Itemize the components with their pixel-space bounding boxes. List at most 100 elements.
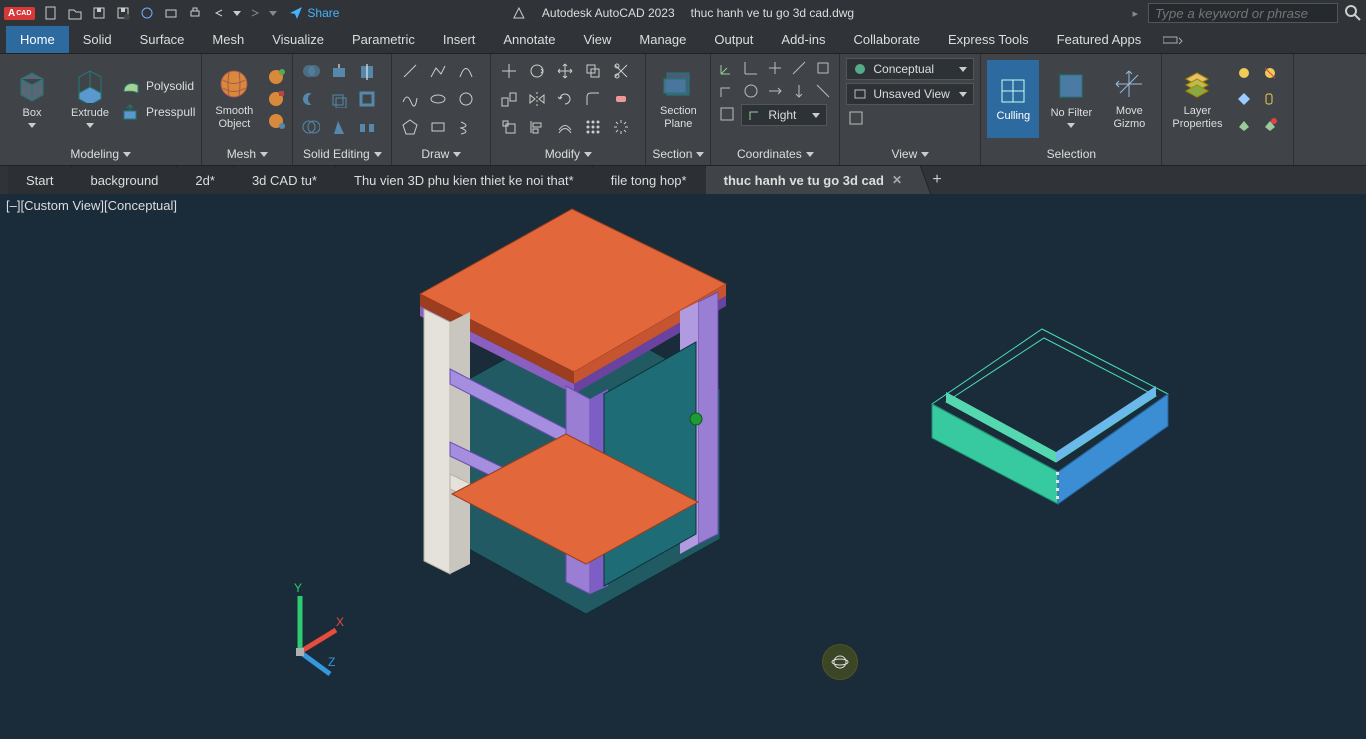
save-icon[interactable]: [89, 3, 109, 23]
explode-icon[interactable]: [609, 115, 633, 139]
line-icon[interactable]: [398, 59, 422, 83]
culling-button[interactable]: Culling: [987, 60, 1039, 138]
no-filter-button[interactable]: No Filter: [1045, 60, 1097, 138]
3dscale-icon[interactable]: [497, 115, 521, 139]
section-plane-button[interactable]: Section Plane: [652, 60, 704, 138]
ribbon-tab-express[interactable]: Express Tools: [934, 26, 1043, 53]
ucs-icon9[interactable]: [789, 81, 809, 101]
panel-mesh-label[interactable]: Mesh: [202, 143, 292, 165]
separate-icon[interactable]: [355, 115, 379, 139]
panel-modeling-label[interactable]: Modeling: [0, 143, 201, 165]
3dmove-icon[interactable]: [497, 59, 521, 83]
layer-icon4[interactable]: [1259, 88, 1281, 110]
saveas-icon[interactable]: [113, 3, 133, 23]
layer-icon2[interactable]: [1259, 62, 1281, 84]
share-button[interactable]: Share: [289, 6, 339, 20]
mesh-tool3-icon[interactable]: [266, 111, 286, 131]
ribbon-tab-featured[interactable]: Featured Apps: [1043, 26, 1156, 53]
shell-icon[interactable]: [355, 87, 379, 111]
ucs-icon4[interactable]: [789, 58, 809, 78]
rectangle-icon[interactable]: [426, 115, 450, 139]
new-icon[interactable]: [41, 3, 61, 23]
open-icon[interactable]: [65, 3, 85, 23]
file-tab-background[interactable]: background: [72, 166, 177, 194]
ribbon-tab-addins[interactable]: Add-ins: [767, 26, 839, 53]
layer-icon1[interactable]: [1233, 62, 1255, 84]
ribbon-tab-manage[interactable]: Manage: [625, 26, 700, 53]
redo-icon[interactable]: [245, 3, 265, 23]
offset-icon[interactable]: [553, 115, 577, 139]
ribbon-tab-visualize[interactable]: Visualize: [258, 26, 338, 53]
mesh-tool1-icon[interactable]: [266, 67, 286, 87]
copy-icon[interactable]: [581, 59, 605, 83]
layer-properties-button[interactable]: Layer Properties: [1168, 60, 1226, 138]
model-drawer[interactable]: [932, 329, 1168, 504]
plot-icon[interactable]: [161, 3, 181, 23]
ribbon-tab-collaborate[interactable]: Collaborate: [839, 26, 934, 53]
file-tab-start[interactable]: Start: [8, 166, 72, 194]
3drotate-icon[interactable]: [525, 59, 549, 83]
polyline-icon[interactable]: [426, 59, 450, 83]
visual-style-dropdown[interactable]: Conceptual: [846, 58, 974, 80]
search-input[interactable]: [1148, 3, 1338, 23]
union-icon[interactable]: [299, 59, 323, 83]
file-tab-2d[interactable]: 2d*: [177, 166, 234, 194]
polygon-icon[interactable]: [398, 115, 422, 139]
ucs-icon1[interactable]: [717, 58, 737, 78]
panel-view-label[interactable]: View: [840, 143, 980, 165]
fillet-icon[interactable]: [581, 87, 605, 111]
trim-icon[interactable]: [609, 59, 633, 83]
ribbon-tab-mesh[interactable]: Mesh: [198, 26, 258, 53]
ucs-icon11[interactable]: [717, 104, 737, 124]
ucs-icon6[interactable]: [717, 81, 737, 101]
arc-icon[interactable]: [454, 59, 478, 83]
panel-solidediting-label[interactable]: Solid Editing: [293, 143, 391, 165]
spline-icon[interactable]: [398, 87, 422, 111]
layer-icon3[interactable]: [1233, 88, 1255, 110]
polysolid-button[interactable]: Polysolid: [122, 74, 195, 98]
viewport[interactable]: [–][Custom View][Conceptual]: [0, 194, 1366, 736]
3dmirror-icon[interactable]: [525, 87, 549, 111]
move-icon[interactable]: [553, 59, 577, 83]
ribbon-tab-parametric[interactable]: Parametric: [338, 26, 429, 53]
extrude-button[interactable]: Extrude: [64, 60, 116, 138]
search-icon[interactable]: [1344, 4, 1362, 22]
layer-icon5[interactable]: [1233, 114, 1255, 136]
ucs-icon3[interactable]: [765, 58, 785, 78]
mesh-tool2-icon[interactable]: [266, 89, 286, 109]
panel-section-label[interactable]: Section: [646, 143, 710, 165]
intersect-icon[interactable]: [299, 115, 323, 139]
web-icon[interactable]: [137, 3, 157, 23]
file-tab-active[interactable]: thuc hanh ve tu go 3d cad✕: [706, 166, 921, 194]
ucs-icon8[interactable]: [765, 81, 785, 101]
panel-coordinates-label[interactable]: Coordinates: [711, 143, 839, 165]
ellipse-icon[interactable]: [426, 87, 450, 111]
layer-icon6[interactable]: [1259, 114, 1281, 136]
ribbon-tab-home[interactable]: Home: [6, 26, 69, 53]
help-arrow-icon[interactable]: ▸: [1132, 7, 1138, 20]
smooth-object-button[interactable]: Smooth Object: [208, 60, 260, 138]
ribbon-tab-solid[interactable]: Solid: [69, 26, 126, 53]
file-tab-thuvien[interactable]: Thu vien 3D phu kien thiet ke noi that*: [336, 166, 593, 194]
panel-draw-label[interactable]: Draw: [392, 143, 490, 165]
redo-dropdown-icon[interactable]: [269, 11, 277, 16]
model-cabinet[interactable]: [420, 209, 726, 614]
slice-icon[interactable]: [355, 59, 379, 83]
close-tab-icon[interactable]: ✕: [892, 173, 902, 187]
panel-modify-label[interactable]: Modify: [491, 143, 645, 165]
ribbon-tab-annotate[interactable]: Annotate: [489, 26, 569, 53]
align-icon[interactable]: [525, 115, 549, 139]
helix-icon[interactable]: [454, 115, 478, 139]
view-mgr-icon[interactable]: [846, 108, 866, 128]
move-gizmo-button[interactable]: Move Gizmo: [1103, 60, 1155, 138]
ribbon-tab-output[interactable]: Output: [700, 26, 767, 53]
taper-icon[interactable]: [327, 115, 351, 139]
undo-dropdown-icon[interactable]: [233, 11, 241, 16]
print-icon[interactable]: [185, 3, 205, 23]
erase-icon[interactable]: [609, 87, 633, 111]
rotate-icon[interactable]: [553, 87, 577, 111]
extrudeface-icon[interactable]: [327, 59, 351, 83]
array-icon[interactable]: [581, 115, 605, 139]
circle-icon[interactable]: [454, 87, 478, 111]
ribbon-tab-surface[interactable]: Surface: [126, 26, 199, 53]
